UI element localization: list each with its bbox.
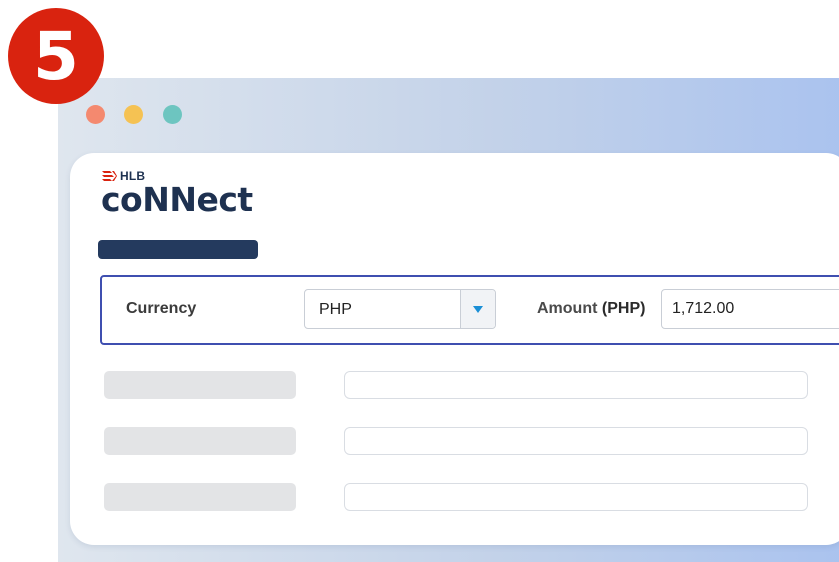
close-dot[interactable] bbox=[86, 105, 105, 124]
step-number-badge: 5 bbox=[8, 8, 104, 104]
amount-label-currency: (PHP) bbox=[601, 300, 646, 317]
brand-logo: HLB coNNect bbox=[101, 168, 261, 220]
placeholder-field-1[interactable] bbox=[344, 371, 808, 399]
placeholder-field-2[interactable] bbox=[344, 427, 808, 455]
amount-input[interactable] bbox=[661, 289, 839, 329]
maximize-dot[interactable] bbox=[163, 105, 182, 124]
placeholder-field-3[interactable] bbox=[344, 483, 808, 511]
minimize-dot[interactable] bbox=[124, 105, 143, 124]
amount-label-text: Amount bbox=[537, 300, 598, 317]
chevron-down-icon bbox=[473, 305, 483, 313]
currency-select[interactable]: PHP bbox=[304, 289, 496, 329]
currency-label: Currency bbox=[126, 300, 197, 317]
currency-select-value: PHP bbox=[319, 301, 352, 318]
placeholder-label-3 bbox=[104, 483, 296, 511]
step-number: 5 bbox=[33, 18, 79, 95]
currency-select-arrow[interactable] bbox=[460, 290, 495, 328]
amount-label: Amount (PHP) bbox=[537, 300, 645, 318]
placeholder-label-2 bbox=[104, 427, 296, 455]
connect-logo-text: coNNect bbox=[101, 180, 253, 219]
page: 5 HLB coNNect Currency PHP Amount (PHP) … bbox=[0, 0, 839, 562]
section-title-placeholder bbox=[98, 240, 258, 259]
placeholder-label-1 bbox=[104, 371, 296, 399]
